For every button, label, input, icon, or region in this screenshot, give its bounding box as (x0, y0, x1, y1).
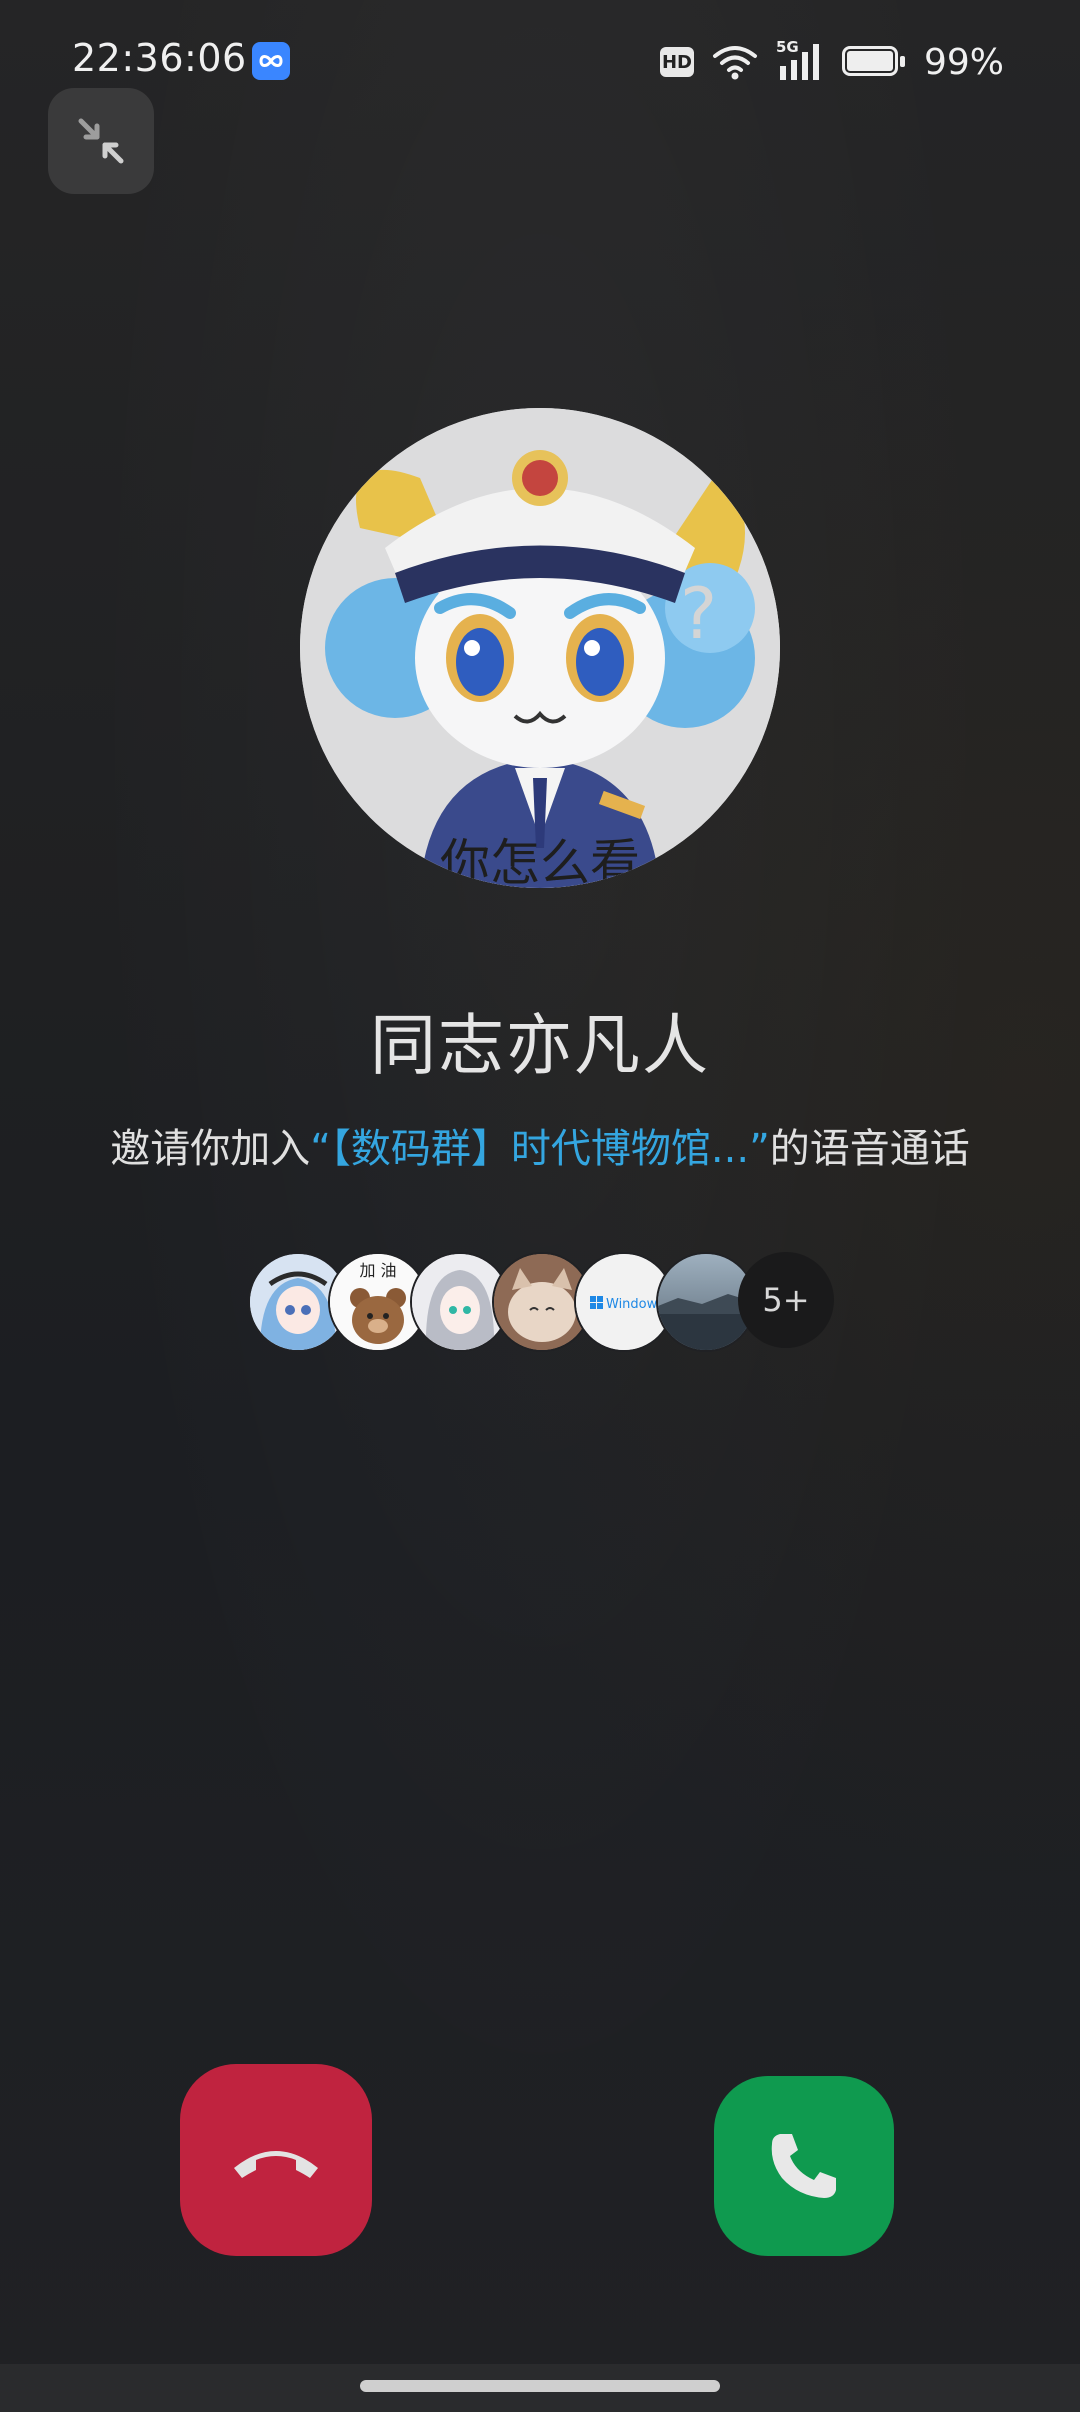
infinity-app-icon (252, 42, 290, 80)
signal-group: 5G (776, 38, 824, 82)
svg-text:?: ? (680, 573, 717, 655)
hang-up-icon (234, 2151, 318, 2178)
background-vignette (0, 0, 1080, 2412)
group-name-link[interactable]: “【数码群】时代博物馆...” (310, 1126, 770, 1172)
minimize-button[interactable] (48, 88, 154, 194)
home-indicator[interactable] (360, 2380, 720, 2392)
minimize-arrows-icon (78, 118, 124, 164)
wifi-icon (712, 46, 757, 80)
decline-button[interactable] (180, 2064, 372, 2256)
hd-icon: HD (659, 47, 694, 77)
accept-button[interactable] (714, 2076, 894, 2256)
battery-percent: 99% (923, 41, 1004, 83)
caller-name: 同志亦凡人 (370, 1007, 710, 1084)
invite-suffix: 的语音通话 (769, 1126, 970, 1172)
status-time: 22:36:06 (72, 36, 247, 80)
invite-message: 邀请你加入“【数码群】时代博物馆...”的语音通话 (0, 1116, 1080, 1174)
phone-icon (771, 2134, 836, 2198)
battery-icon (841, 46, 906, 78)
participant-label: 加 油 (359, 1261, 396, 1280)
participants-more-badge[interactable]: 5+ (738, 1252, 834, 1348)
status-icons: HD 5G 99% (659, 38, 1004, 86)
participant-list[interactable]: 加 油 Windows 5+ (248, 1252, 848, 1352)
avatar-caption: 你怎么看 (440, 834, 640, 888)
status-bar: 22:36:06 HD 5G 99% (0, 0, 1080, 124)
invite-prefix: 邀请你加入 (110, 1126, 311, 1172)
caller-avatar: ? 你怎么看 (300, 408, 780, 888)
signal-icon (779, 44, 819, 80)
